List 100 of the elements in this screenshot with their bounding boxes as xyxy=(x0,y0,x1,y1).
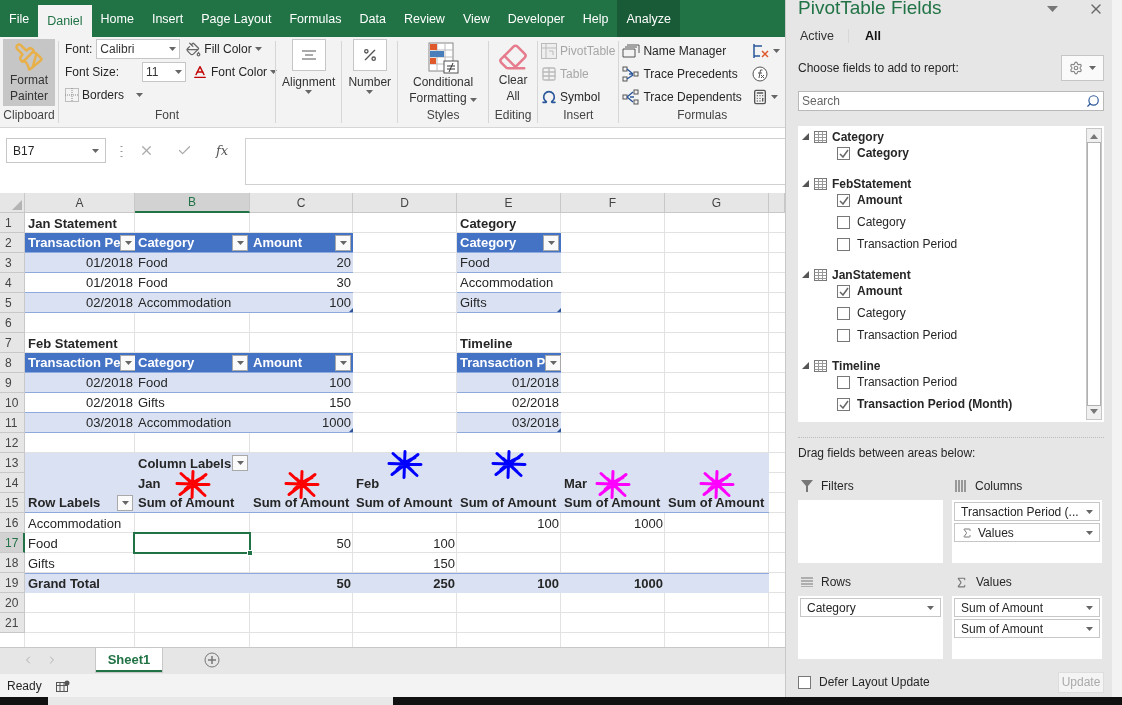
row-header[interactable]: 10 xyxy=(0,393,25,413)
checkbox[interactable] xyxy=(837,306,850,320)
row-header[interactable]: 3 xyxy=(0,253,25,273)
filter-button[interactable] xyxy=(232,234,248,251)
row-header[interactable]: 2 xyxy=(0,233,25,253)
expand-icon[interactable] xyxy=(802,271,809,278)
field-name[interactable]: Transaction Period (Month) xyxy=(857,397,1013,411)
row-header[interactable]: 18 xyxy=(0,553,25,573)
borders-button[interactable]: Borders xyxy=(65,85,144,105)
field-name[interactable]: Transaction Period xyxy=(857,328,958,342)
column-header[interactable]: B xyxy=(135,193,250,213)
row-header[interactable]: 20 xyxy=(0,593,25,613)
column-header[interactable]: F xyxy=(561,193,665,213)
fill-color-button[interactable]: Fill Color xyxy=(186,39,262,59)
ribbon-tab[interactable]: Home xyxy=(91,0,143,37)
insert-function-button[interactable]: fx xyxy=(207,138,237,163)
checkbox[interactable] xyxy=(837,284,850,298)
row-header[interactable]: 12 xyxy=(0,433,25,453)
checkbox[interactable] xyxy=(837,375,850,389)
row-header[interactable]: 14 xyxy=(0,473,25,493)
ribbon-tab[interactable]: Help xyxy=(573,0,618,37)
scrollbar[interactable] xyxy=(1086,128,1102,420)
column-header[interactable]: E xyxy=(457,193,561,213)
field-name[interactable]: Transaction Period xyxy=(857,237,958,251)
row-header[interactable]: 15 xyxy=(0,493,25,513)
column-header[interactable]: D xyxy=(353,193,457,213)
ribbon-tab[interactable]: Data xyxy=(350,0,395,37)
dropdown-icon[interactable] xyxy=(1047,6,1058,12)
filter-button[interactable] xyxy=(335,234,351,251)
row-header[interactable]: 13 xyxy=(0,453,25,473)
font-color-button[interactable]: Font Color xyxy=(192,62,278,82)
checkbox[interactable] xyxy=(837,397,850,411)
settings-button[interactable] xyxy=(1061,55,1104,81)
panel-tab[interactable]: All xyxy=(863,29,896,43)
ribbon-tab[interactable]: Daniel xyxy=(38,5,92,37)
row-header[interactable]: 5 xyxy=(0,293,25,313)
panel-tab[interactable]: Active xyxy=(798,29,850,43)
drop-area[interactable]: Category xyxy=(798,596,943,659)
font-name-field[interactable]: Calibri xyxy=(96,39,181,59)
expand-icon[interactable] xyxy=(802,362,809,369)
insert-button[interactable]: Symbol xyxy=(541,87,616,107)
ribbon-tab[interactable]: Page Layout xyxy=(192,0,281,37)
area-field[interactable]: Sum of Amount xyxy=(954,598,1100,617)
checkbox-label[interactable]: Defer Layout Update xyxy=(819,675,930,689)
checkbox[interactable] xyxy=(837,215,850,229)
formula-field[interactable] xyxy=(245,138,785,185)
row-header[interactable]: 21 xyxy=(0,613,25,633)
filter-button[interactable] xyxy=(120,234,137,251)
column-header[interactable]: G xyxy=(665,193,769,213)
checkbox[interactable] xyxy=(837,328,850,342)
formula-button[interactable]: Name Manager xyxy=(622,41,742,61)
row-header[interactable]: 16 xyxy=(0,513,25,533)
calculation-button[interactable] xyxy=(751,87,780,107)
filter-button[interactable] xyxy=(120,354,137,371)
field-name[interactable]: Transaction Period xyxy=(857,375,958,389)
ribbon-tab[interactable]: Developer xyxy=(498,0,574,37)
drop-area[interactable]: Transaction Period (... Values xyxy=(952,500,1102,563)
row-header[interactable]: 9 xyxy=(0,373,25,393)
macro-record-icon[interactable] xyxy=(55,679,70,692)
ribbon-tab[interactable]: Review xyxy=(394,0,454,37)
row-header[interactable]: 19 xyxy=(0,573,25,593)
remove-arrows-button[interactable] xyxy=(751,41,780,61)
ribbon-tab[interactable]: Insert xyxy=(142,0,193,37)
font-size-field[interactable]: 11 xyxy=(142,62,187,82)
number-button[interactable]: Number xyxy=(345,39,395,96)
area-field[interactable]: Values xyxy=(954,523,1100,542)
checkbox[interactable] xyxy=(798,675,811,689)
row-header[interactable]: 17 xyxy=(0,533,25,553)
field-name[interactable]: Amount xyxy=(857,284,903,298)
row-header[interactable]: 11 xyxy=(0,413,25,433)
search-field[interactable]: Search xyxy=(798,91,1104,111)
ribbon-tab[interactable]: View xyxy=(453,0,499,37)
sheet-tab[interactable]: Sheet1 xyxy=(96,648,162,672)
column-header[interactable]: C xyxy=(250,193,353,213)
field-name[interactable]: Category xyxy=(857,146,909,160)
ribbon-tab[interactable]: File xyxy=(0,0,39,37)
row-header[interactable]: 7 xyxy=(0,333,25,353)
column-header[interactable]: A xyxy=(25,193,135,213)
filter-button[interactable] xyxy=(545,354,562,371)
row-header[interactable]: 4 xyxy=(0,273,25,293)
ribbon-tab[interactable]: Formulas xyxy=(280,0,351,37)
filter-button[interactable] xyxy=(117,494,133,511)
checkbox[interactable] xyxy=(837,237,850,251)
checkbox[interactable] xyxy=(837,193,850,207)
formula-button[interactable]: Trace Precedents xyxy=(622,64,742,84)
area-field[interactable]: Transaction Period (... xyxy=(954,502,1100,521)
field-name[interactable]: Category xyxy=(857,306,906,320)
area-field[interactable]: Sum of Amount xyxy=(954,619,1100,638)
field-name[interactable]: Amount xyxy=(857,193,903,207)
checkbox[interactable] xyxy=(837,146,850,160)
clear-all-button[interactable]: Clear All xyxy=(492,39,535,106)
row-header[interactable]: 6 xyxy=(0,313,25,333)
expand-icon[interactable] xyxy=(802,133,809,140)
add-sheet-icon[interactable] xyxy=(204,652,220,668)
name-box[interactable]: B17 xyxy=(6,138,106,163)
formula-button[interactable]: Trace Dependents xyxy=(622,87,742,107)
filter-button[interactable] xyxy=(543,234,559,251)
conditional-formatting-button[interactable]: Conditional Formatting xyxy=(401,39,486,108)
alignment-button[interactable]: Alignment xyxy=(279,39,339,96)
expand-icon[interactable] xyxy=(802,180,809,187)
